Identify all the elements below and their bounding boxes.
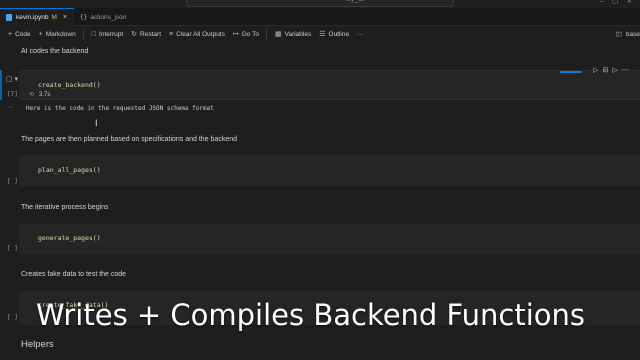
interrupt-button[interactable]: □ Interrupt xyxy=(92,31,123,38)
kernel-icon: ◫ xyxy=(615,31,622,38)
add-markdown-cell-button[interactable]: + Markdown xyxy=(39,31,76,38)
clear-icon: ≡ xyxy=(169,30,174,38)
cell-focus-indicator xyxy=(0,70,2,100)
table-icon: ▦ xyxy=(274,31,282,38)
execution-count: [ ] xyxy=(7,178,18,185)
more-icon[interactable]: ⋯ xyxy=(622,66,629,74)
go-to-button[interactable]: ↦ Go To xyxy=(232,30,259,39)
button-label: Go To xyxy=(241,30,259,38)
toolbar-divider xyxy=(82,29,84,39)
tab-kevin-ipynb[interactable]: kevin.ipynb M × xyxy=(0,8,74,26)
markdown-cell-text: Helpers xyxy=(21,339,54,350)
button-label: Variables xyxy=(284,30,312,38)
modified-indicator: M xyxy=(51,14,57,21)
arrow-icon: ↦ xyxy=(232,31,239,38)
run-below-icon[interactable]: ▷ xyxy=(612,66,617,74)
outline-icon: ☰ xyxy=(319,31,326,38)
close-icon[interactable]: × xyxy=(63,14,67,21)
clear-all-outputs-button[interactable]: ≡ Clear All Outputs xyxy=(169,31,225,38)
kernel-picker[interactable]: ◫ base xyxy=(616,26,640,42)
plus-icon: + xyxy=(38,30,43,38)
button-label: Restart xyxy=(140,30,161,38)
button-label: Markdown xyxy=(45,30,76,38)
markdown-cell-text: AI codes the backend xyxy=(21,48,89,55)
cell-toolbar: ▷ ⊟ ▷ ⋯ xyxy=(593,66,629,74)
split-cell-icon[interactable]: ⊟ xyxy=(602,66,608,74)
history-icon: ⟲ xyxy=(29,92,35,98)
execution-duration: 3.7s xyxy=(39,91,51,98)
execution-count: [ ] xyxy=(7,314,18,321)
tab-label: kevin.ipynb xyxy=(16,14,49,21)
json-icon: {} xyxy=(80,13,88,21)
variables-button[interactable]: ▦ Variables xyxy=(274,30,312,39)
output-menu-icon[interactable]: ··· xyxy=(7,104,14,111)
mouse-cursor-icon: I xyxy=(95,118,98,128)
button-label: Outline xyxy=(328,30,350,38)
kernel-label: base xyxy=(625,30,640,38)
video-caption: Writes + Compiles Backend Functions xyxy=(36,298,586,332)
execution-count: [ ] xyxy=(7,245,18,252)
title-bar: wy_ai – ▢ ✕ xyxy=(0,0,640,8)
restart-button[interactable]: ↻ Restart xyxy=(131,30,161,39)
button-label: Clear All Outputs xyxy=(176,30,225,38)
tab-label: actions_json xyxy=(90,13,127,21)
outline-button[interactable]: ☰ Outline xyxy=(319,30,350,39)
execution-count: [7] xyxy=(7,91,18,98)
plus-icon: + xyxy=(8,30,13,38)
restart-icon: ↻ xyxy=(131,31,138,38)
markdown-cell-text: The pages are then planned based on spec… xyxy=(21,136,237,143)
notebook-toolbar: + Code + Markdown □ Interrupt ↻ Restart ≡ Cle… xyxy=(0,26,640,42)
button-label: Interrupt xyxy=(98,30,124,38)
workspace-name: wy_ai xyxy=(346,0,364,3)
command-center-search[interactable] xyxy=(186,0,454,7)
code-source[interactable]: create_backend() xyxy=(38,81,101,89)
markdown-cell-text: The iterative process begins xyxy=(21,204,109,211)
button-label: Code xyxy=(15,30,31,38)
stop-icon: □ xyxy=(91,30,96,38)
execution-status: ⟲ 3.7s xyxy=(29,91,51,99)
markdown-cell-text: Creates fake data to test the code xyxy=(21,271,127,278)
code-cell[interactable]: generate_pages() xyxy=(19,224,640,254)
notebook-icon xyxy=(6,14,12,21)
execution-progress-bar xyxy=(560,71,582,73)
add-code-cell-button[interactable]: + Code xyxy=(8,31,31,38)
editor-tab-bar: kevin.ipynb M × {} actions_json xyxy=(0,8,640,26)
toolbar-divider xyxy=(265,29,267,39)
run-above-icon[interactable]: ▷ xyxy=(593,66,598,74)
code-source[interactable]: generate_pages() xyxy=(38,234,101,242)
cell-output: Here is the code in the requested JSON s… xyxy=(26,105,214,112)
more-actions-button[interactable]: ··· xyxy=(357,31,364,38)
code-cell[interactable]: plan_all_pages() xyxy=(19,155,640,186)
code-source[interactable]: plan_all_pages() xyxy=(38,166,101,174)
cell-run-menu[interactable]: ▢ ▾ xyxy=(6,75,18,83)
code-cell[interactable]: create_backend() xyxy=(19,70,640,100)
window-controls[interactable]: – ▢ ✕ xyxy=(600,0,635,5)
tab-actions-json[interactable]: {} actions_json xyxy=(74,8,144,26)
